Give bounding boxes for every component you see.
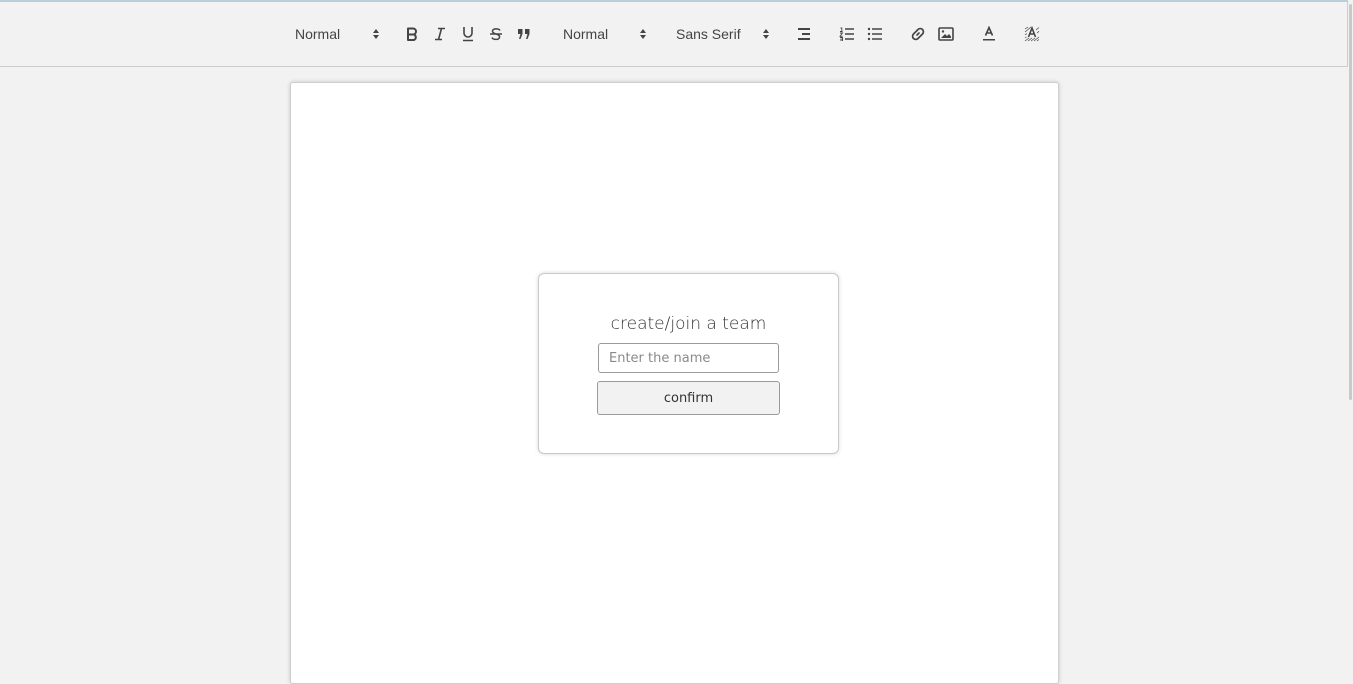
- align-icon: [798, 28, 810, 40]
- dialog-title: create/join a team: [610, 314, 767, 334]
- select-caret-icon: [640, 29, 646, 39]
- bullet-list-button[interactable]: [864, 2, 886, 66]
- vertical-scrollbar[interactable]: [1348, 0, 1353, 664]
- size-select[interactable]: Normal: [563, 2, 646, 66]
- confirm-button[interactable]: confirm: [597, 381, 780, 415]
- size-select-value: Normal: [563, 26, 609, 42]
- select-caret-icon: [763, 29, 769, 39]
- bullet-list-icon: [867, 27, 882, 41]
- team-dialog: create/join a team confirm: [538, 273, 839, 454]
- font-select[interactable]: Sans Serif: [676, 2, 769, 66]
- image-icon: [938, 27, 954, 41]
- bold-button[interactable]: [401, 2, 423, 66]
- strike-icon: [490, 28, 502, 41]
- text-color-icon: [983, 26, 995, 41]
- strike-button[interactable]: [485, 2, 507, 66]
- select-caret-icon: [373, 29, 379, 39]
- bold-icon: [407, 27, 417, 41]
- ordered-list-button[interactable]: [836, 2, 858, 66]
- image-button[interactable]: [935, 2, 957, 66]
- italic-button[interactable]: [429, 2, 451, 66]
- header-select[interactable]: Normal: [295, 2, 379, 66]
- align-button[interactable]: [793, 2, 815, 66]
- font-select-value: Sans Serif: [676, 26, 741, 42]
- underline-button[interactable]: [457, 2, 479, 66]
- header-select-value: Normal: [295, 26, 341, 42]
- text-color-button[interactable]: [978, 2, 1000, 66]
- blockquote-button[interactable]: [513, 2, 535, 66]
- clean-format-button[interactable]: [1021, 2, 1043, 66]
- team-name-input[interactable]: [598, 343, 779, 373]
- italic-icon: [435, 27, 445, 41]
- ordered-list-icon: [839, 27, 854, 41]
- link-button[interactable]: [907, 2, 929, 66]
- editor-toolbar: Normal Normal Sans Serif: [0, 2, 1348, 67]
- clean-format-icon: [1024, 26, 1040, 42]
- scrollbar-thumb[interactable]: [1349, 4, 1352, 400]
- blockquote-icon: [518, 29, 530, 39]
- link-icon: [911, 27, 925, 41]
- underline-icon: [463, 27, 473, 42]
